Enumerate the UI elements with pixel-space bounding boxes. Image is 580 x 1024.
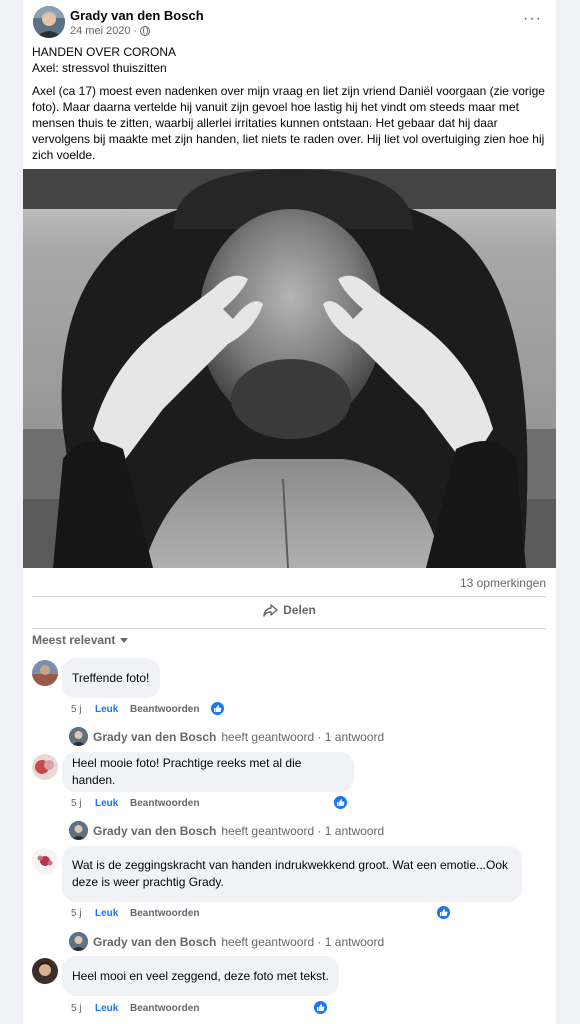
comment-text: Heel mooi en veel zeggend, deze foto met…	[72, 968, 329, 983]
share-button[interactable]: Delen	[23, 603, 556, 617]
divider	[33, 628, 546, 629]
author-avatar[interactable]	[33, 6, 65, 38]
commenter-avatar[interactable]	[32, 660, 58, 686]
comment-bubble: Treffende foto!	[62, 658, 160, 698]
comment-time[interactable]: 5 j	[71, 798, 95, 809]
reply-summary: heeft geantwoord · 1 antwoord	[221, 823, 385, 838]
reply-author: Grady van den Bosch	[93, 729, 217, 744]
globe-icon	[140, 26, 151, 36]
reply-summary: heeft geantwoord · 1 antwoord	[221, 934, 385, 949]
reply-thread-link[interactable]: Grady van den Bosch heeft geantwoord · 1…	[69, 932, 384, 951]
comment-bubble: Heel mooie foto! Prachtige reeks met al …	[62, 752, 354, 792]
sort-label: Meest relevant	[32, 633, 116, 647]
reply-author-avatar	[69, 727, 88, 746]
thumbs-up-icon[interactable]	[313, 1000, 328, 1015]
post-body: Axel (ca 17) moest even nadenken over mi…	[32, 84, 545, 162]
thumbs-up-icon[interactable]	[436, 905, 451, 920]
comment-actions: 5 j Leuk Beantwoorden	[71, 798, 199, 809]
post-title-line: HANDEN OVER CORONA	[32, 45, 177, 59]
comment-actions: 5 j Leuk Beantwoorden	[71, 908, 199, 919]
chevron-down-icon	[120, 637, 129, 643]
reply-thread-link[interactable]: Grady van den Bosch heeft geantwoord · 1…	[69, 727, 384, 746]
author-name[interactable]: Grady van den Bosch	[70, 8, 204, 23]
share-icon	[263, 603, 278, 617]
like-button[interactable]: Leuk	[95, 908, 130, 919]
comment-bubble: Heel mooi en veel zeggend, deze foto met…	[62, 956, 339, 996]
comment-time[interactable]: 5 j	[71, 908, 95, 919]
more-options-button[interactable]: ···	[523, 10, 542, 28]
reply-thread-link[interactable]: Grady van den Bosch heeft geantwoord · 1…	[69, 821, 384, 840]
meta-separator: ·	[133, 25, 138, 37]
comment-count[interactable]: 13 opmerkingen	[460, 576, 546, 590]
comment-text: Wat is de zeggingskracht van handen indr…	[72, 858, 509, 889]
reply-author-avatar	[69, 821, 88, 840]
post-date[interactable]: 24 mei 2020	[70, 25, 131, 37]
thumbs-up-icon[interactable]	[333, 795, 348, 810]
commenter-avatar[interactable]	[32, 958, 58, 984]
like-button[interactable]: Leuk	[95, 704, 130, 715]
comment-text: Treffende foto!	[72, 670, 150, 685]
post-header: Grady van den Bosch 24 mei 2020 · ···	[33, 6, 546, 40]
reply-author-avatar	[69, 932, 88, 951]
reply-author: Grady van den Bosch	[93, 934, 217, 949]
like-button[interactable]: Leuk	[95, 1003, 130, 1014]
comment-time[interactable]: 5 j	[71, 704, 95, 715]
comment-actions: 5 j Leuk Beantwoorden	[71, 1003, 199, 1014]
like-button[interactable]: Leuk	[95, 798, 130, 809]
comment-time[interactable]: 5 j	[71, 1003, 95, 1014]
thumbs-up-icon[interactable]	[210, 701, 225, 716]
reply-summary: heeft geantwoord · 1 antwoord	[221, 729, 385, 744]
commenter-avatar[interactable]	[32, 754, 58, 780]
post-text: HANDEN OVER CORONA Axel: stressvol thuis…	[32, 44, 547, 163]
reply-button[interactable]: Beantwoorden	[130, 908, 199, 919]
comment-sort-dropdown[interactable]: Meest relevant	[32, 633, 129, 647]
post-subtitle-line: Axel: stressvol thuiszitten	[32, 61, 167, 75]
post-meta: 24 mei 2020 ·	[70, 25, 151, 37]
comment-text: Heel mooie foto! Prachtige reeks met al …	[72, 756, 302, 787]
comment-bubble: Wat is de zeggingskracht van handen indr…	[62, 846, 522, 902]
reply-button[interactable]: Beantwoorden	[130, 704, 199, 715]
share-label: Delen	[283, 603, 316, 617]
reply-button[interactable]: Beantwoorden	[130, 798, 199, 809]
reply-button[interactable]: Beantwoorden	[130, 1003, 199, 1014]
reply-author: Grady van den Bosch	[93, 823, 217, 838]
commenter-avatar[interactable]	[32, 848, 58, 874]
post-photo[interactable]	[23, 169, 556, 568]
comment-actions: 5 j Leuk Beantwoorden	[71, 704, 199, 715]
divider	[33, 596, 546, 597]
post-card: Grady van den Bosch 24 mei 2020 · ··· HA…	[23, 0, 556, 1024]
